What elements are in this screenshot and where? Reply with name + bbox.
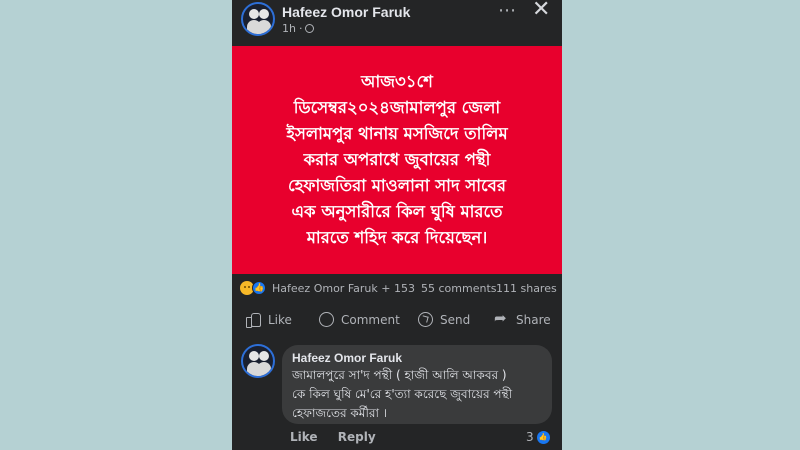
- send-button[interactable]: Send: [418, 312, 470, 327]
- shares-count[interactable]: 111 shares: [496, 282, 557, 295]
- share-icon: [494, 309, 509, 327]
- comments-count[interactable]: 55 comments: [421, 282, 497, 295]
- comment-text: জামালপুরে সা'দ পন্থী ( হাজী আলি আকবর ) ক…: [292, 368, 513, 420]
- comment-reply-button[interactable]: Reply: [338, 430, 376, 444]
- comment-label: Comment: [341, 312, 400, 327]
- post-time[interactable]: 1h: [282, 22, 296, 35]
- comment-actions: Like Reply: [290, 430, 392, 444]
- comment-bubble[interactable]: Hafeez Omor Faruk জামালপুরে সা'দ পন্থী (…: [282, 345, 552, 424]
- reactors-summary[interactable]: Hafeez Omor Faruk + 153: [272, 282, 415, 295]
- close-icon[interactable]: ✕: [532, 0, 550, 22]
- share-button[interactable]: Share: [494, 309, 551, 327]
- share-label: Share: [516, 312, 551, 327]
- comment-author[interactable]: Hafeez Omor Faruk: [292, 351, 542, 365]
- comment-like-count[interactable]: 3 👍: [526, 430, 550, 444]
- send-icon: [418, 312, 433, 327]
- post-text: আজ৩১শে ডিসেম্বর২০২৪জামালপুর জেলা ইসলামপু…: [286, 72, 508, 247]
- like-label: Like: [268, 312, 292, 327]
- like-reaction-icon: 👍: [252, 281, 266, 295]
- like-icon: [246, 312, 261, 328]
- reactions-bar: 👍 Hafeez Omor Faruk + 153 55 comments 11…: [232, 277, 562, 301]
- comment-like-count-value: 3: [526, 430, 534, 444]
- facebook-post-view: Hafeez Omor Faruk 1h · ⋯ ✕ আজ৩১শে ডিসেম্…: [232, 0, 562, 450]
- comment-button[interactable]: Comment: [319, 312, 400, 327]
- comment-icon: [319, 312, 334, 327]
- post-content-card[interactable]: আজ৩১শে ডিসেম্বর২০২৪জামালপুর জেলা ইসলামপু…: [232, 46, 562, 274]
- like-button[interactable]: Like: [246, 312, 292, 328]
- author-name[interactable]: Hafeez Omor Faruk: [282, 4, 410, 20]
- comment-like-button[interactable]: Like: [290, 430, 318, 444]
- meta-separator: ·: [298, 22, 303, 35]
- like-reaction-icon: 👍: [536, 430, 550, 444]
- author-avatar[interactable]: [241, 2, 275, 36]
- more-options-icon[interactable]: ⋯: [498, 0, 517, 21]
- commenter-avatar[interactable]: [241, 344, 275, 378]
- post-actions: Like Comment Send Share: [232, 305, 562, 335]
- globe-icon: [305, 24, 315, 33]
- send-label: Send: [440, 312, 471, 327]
- post-meta: 1h ·: [282, 22, 315, 35]
